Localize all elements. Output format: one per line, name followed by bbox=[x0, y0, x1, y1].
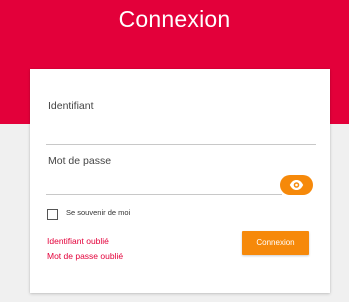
login-button[interactable]: Connexion bbox=[242, 231, 309, 255]
remember-me-checkbox[interactable] bbox=[47, 209, 58, 220]
forgot-password-link[interactable]: Mot de passe oublié bbox=[47, 251, 123, 261]
page-title: Connexion bbox=[118, 6, 231, 32]
login-card: Identifiant Mot de passe Se souvenir de … bbox=[30, 69, 330, 293]
password-label: Mot de passe bbox=[48, 155, 112, 167]
remember-me-label: Se souvenir de moi bbox=[66, 208, 131, 217]
password-input[interactable] bbox=[46, 175, 278, 193]
eye-icon bbox=[289, 180, 304, 190]
password-underline bbox=[46, 194, 282, 195]
username-input[interactable] bbox=[46, 121, 300, 139]
show-password-button[interactable] bbox=[280, 175, 313, 195]
username-label: Identifiant bbox=[48, 100, 94, 112]
forgot-username-link[interactable]: Identifiant oublié bbox=[47, 236, 109, 246]
username-underline bbox=[46, 144, 316, 145]
